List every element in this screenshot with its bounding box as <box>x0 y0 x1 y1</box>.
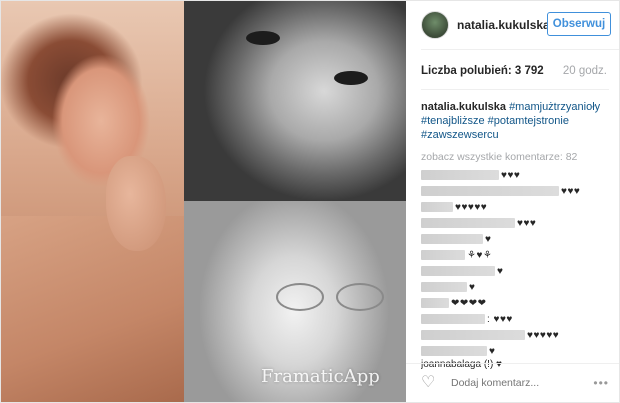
blurred-username <box>421 266 495 276</box>
post-time[interactable]: 20 godz. <box>563 65 607 77</box>
watermark: FramaticApp <box>261 366 380 387</box>
likes-count[interactable]: Liczba polubień: 3 792 <box>421 65 544 77</box>
blurred-username <box>421 186 559 196</box>
hashtag-link[interactable]: #zawszewsercu <box>421 129 499 141</box>
post-sidebar: natalia.kukulska Obserwuj Liczba polubie… <box>406 1 619 402</box>
blurred-username <box>421 314 485 324</box>
post-image[interactable]: FramaticApp <box>1 1 406 402</box>
comment-item: ♥ <box>421 279 619 295</box>
blurred-username <box>421 218 515 228</box>
post-caption: natalia.kukulska #mamjużtrzyanioły #tena… <box>421 89 609 164</box>
hashtag-link[interactable]: #potamtejstronie <box>488 115 569 127</box>
comment-text: ❤❤❤❤ <box>451 297 487 309</box>
comment-item: ♥♥♥ <box>421 183 619 199</box>
comment-text: : ♥♥♥ <box>487 313 513 325</box>
photo-woman-portrait <box>1 1 184 402</box>
photo-eye <box>246 31 280 45</box>
blurred-username <box>421 250 465 260</box>
photo-hand <box>106 156 166 251</box>
blurred-username <box>421 234 483 244</box>
hashtag-link[interactable]: #mamjużtrzyanioły <box>509 101 600 113</box>
caption-username[interactable]: natalia.kukulska <box>421 101 506 113</box>
heart-outline-icon[interactable]: ♡ <box>421 375 437 391</box>
add-comment-input[interactable] <box>449 376 573 390</box>
instagram-post: FramaticApp natalia.kukulska Obserwuj Li… <box>0 0 620 403</box>
comment-text: ♥ <box>489 345 496 357</box>
comment-text: ♥♥♥♥♥ <box>455 201 488 213</box>
photo-glasses <box>276 283 386 311</box>
comment-text: ♥♥♥ <box>517 217 537 229</box>
comment-text: ♥♥♥♥♥ <box>527 329 560 341</box>
comment-text: ⚘♥⚘ <box>467 249 493 261</box>
comment-item: ♥♥♥♥♥ <box>421 327 619 343</box>
photo-shirt <box>1 216 184 402</box>
comment-text: ♥ <box>469 281 476 293</box>
comment-text: ♥♥♥ <box>561 185 581 197</box>
photo-man-closeup <box>184 1 406 201</box>
comment-item: ♥♥♥♥♥ <box>421 199 619 215</box>
view-all-comments-link[interactable]: zobacz wszystkie komentarze: 82 <box>421 150 609 164</box>
comment-item: ♥ <box>421 263 619 279</box>
photo-eye <box>334 71 368 85</box>
comment-item: ♥ <box>421 231 619 247</box>
avatar[interactable] <box>421 11 449 39</box>
comment-item: : ♥♥♥ <box>421 311 619 327</box>
comment-item: ♥♥♥ <box>421 215 619 231</box>
blurred-username <box>421 202 453 212</box>
comment-text: ♥ <box>497 265 504 277</box>
blurred-username <box>421 346 487 356</box>
username-link[interactable]: natalia.kukulska <box>457 18 550 32</box>
blurred-username <box>421 282 467 292</box>
blurred-username <box>421 298 449 308</box>
comment-item: ♥ <box>421 343 619 359</box>
comment-item: ❤❤❤❤ <box>421 295 619 311</box>
comment-text: ♥♥♥ <box>501 169 521 181</box>
more-options-icon[interactable]: ••• <box>593 376 609 390</box>
blurred-username <box>421 330 525 340</box>
comment-item: ⚘♥⚘ <box>421 247 619 263</box>
follow-button[interactable]: Obserwuj <box>547 12 611 36</box>
comment-list: ♥♥♥ ♥♥♥ ♥♥♥♥♥ ♥♥♥ ♥ ⚘♥⚘ ♥ ♥ ❤❤❤❤ : ♥♥♥ ♥… <box>421 167 619 373</box>
comment-text: ♥ <box>485 233 492 245</box>
hashtag-link[interactable]: #tenajbliższe <box>421 115 485 127</box>
blurred-username <box>421 170 499 180</box>
post-footer: ♡ ••• <box>406 363 619 402</box>
post-meta: Liczba polubień: 3 792 20 godz. <box>421 65 619 77</box>
post-header: natalia.kukulska Obserwuj <box>421 1 619 50</box>
comment-item: ♥♥♥ <box>421 167 619 183</box>
